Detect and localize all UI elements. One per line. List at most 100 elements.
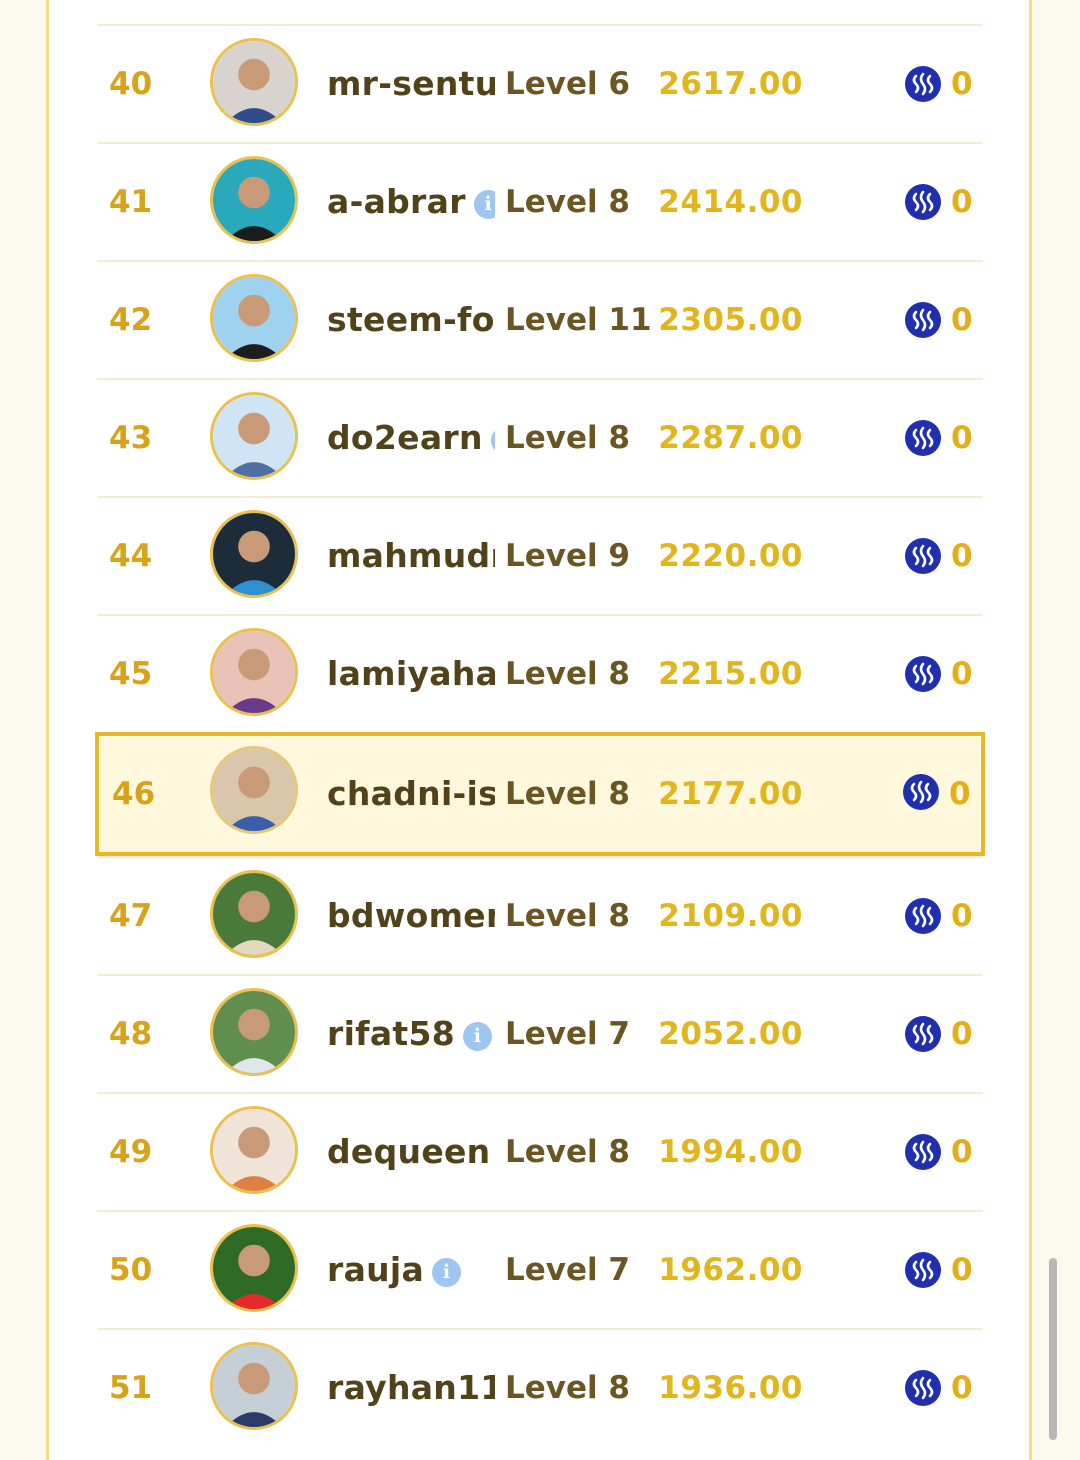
scrollbar[interactable] bbox=[1049, 1258, 1057, 1440]
rank-number: 48 bbox=[109, 1016, 153, 1052]
table-row[interactable]: 42 steem-for Level 11 2305.00 0 bbox=[97, 260, 983, 378]
rank-number: 49 bbox=[109, 1134, 153, 1170]
level-label: Level 11 bbox=[505, 302, 652, 338]
avatar-image bbox=[213, 41, 295, 123]
points-value: 2305.00 bbox=[658, 302, 803, 338]
table-row[interactable]: 45 lamiyahaq Level 8 2215.00 0 bbox=[97, 614, 983, 732]
info-icon[interactable]: i bbox=[463, 1022, 493, 1051]
steem-icon bbox=[905, 302, 941, 338]
avatar[interactable] bbox=[210, 1224, 298, 1312]
username-link[interactable]: mahmudr bbox=[327, 536, 495, 580]
rank-number: 51 bbox=[109, 1370, 153, 1406]
avatar[interactable] bbox=[210, 510, 298, 598]
avatar-image bbox=[213, 873, 295, 955]
reward-value: 0 bbox=[951, 538, 973, 574]
level-label: Level 8 bbox=[505, 898, 630, 934]
steem-icon bbox=[903, 774, 939, 810]
username-link[interactable]: chadni-isl bbox=[327, 774, 495, 818]
steem-icon bbox=[905, 420, 941, 456]
points-value: 1936.00 bbox=[658, 1370, 803, 1406]
rank-number: 42 bbox=[109, 302, 153, 338]
table-row[interactable]: 40 mr-sentui Level 6 2617.00 0 bbox=[97, 24, 983, 142]
level-label: Level 8 bbox=[505, 776, 630, 812]
table-row[interactable]: 51 rayhan111 Level 8 1936.00 0 bbox=[97, 1328, 983, 1446]
username-link[interactable]: lamiyahaq bbox=[327, 654, 495, 698]
avatar[interactable] bbox=[210, 988, 298, 1076]
reward-value: 0 bbox=[951, 302, 973, 338]
info-icon[interactable]: i bbox=[432, 1258, 462, 1287]
info-icon[interactable]: i bbox=[473, 190, 495, 219]
points-value: 2220.00 bbox=[658, 538, 803, 574]
username-link[interactable]: do2earni bbox=[327, 418, 495, 462]
table-row[interactable]: 41 a-abrar i Level 8 2414.00 0 bbox=[97, 142, 983, 260]
username-link[interactable]: bdwomen bbox=[327, 896, 495, 940]
table-row[interactable]: 47 bdwomen Level 8 2109.00 0 bbox=[97, 856, 983, 974]
avatar[interactable] bbox=[210, 628, 298, 716]
avatar[interactable] bbox=[210, 38, 298, 126]
avatar-image bbox=[213, 159, 295, 241]
level-label: Level 8 bbox=[505, 420, 630, 456]
reward-value: 0 bbox=[951, 184, 973, 220]
points-value: 2617.00 bbox=[658, 66, 803, 102]
table-row[interactable]: 49 dequeeni Level 8 1994.00 0 bbox=[97, 1092, 983, 1210]
reward-value: 0 bbox=[951, 656, 973, 692]
points-value: 2177.00 bbox=[658, 776, 803, 812]
avatar-image bbox=[213, 631, 295, 713]
table-row[interactable]: 44 mahmudr Level 9 2220.00 0 bbox=[97, 496, 983, 614]
table-row[interactable]: 50 rauja i Level 7 1962.00 0 bbox=[97, 1210, 983, 1328]
steem-icon bbox=[905, 538, 941, 574]
steem-icon bbox=[905, 1016, 941, 1052]
avatar-image bbox=[213, 1227, 295, 1309]
level-label: Level 7 bbox=[505, 1016, 630, 1052]
points-value: 2287.00 bbox=[658, 420, 803, 456]
avatar[interactable] bbox=[210, 746, 298, 834]
avatar[interactable] bbox=[210, 274, 298, 362]
level-label: Level 8 bbox=[505, 184, 630, 220]
points-value: 2109.00 bbox=[658, 898, 803, 934]
username-link[interactable]: mr-sentui bbox=[327, 64, 495, 108]
username-link[interactable]: rauja i bbox=[327, 1250, 495, 1294]
table-row[interactable]: 48 rifat58 i Level 7 2052.00 0 bbox=[97, 974, 983, 1092]
level-label: Level 9 bbox=[505, 538, 630, 574]
reward-value: 0 bbox=[949, 776, 971, 812]
avatar-image bbox=[213, 513, 295, 595]
rank-number: 46 bbox=[112, 776, 156, 812]
avatar-image bbox=[213, 277, 295, 359]
avatar[interactable] bbox=[210, 1106, 298, 1194]
username-link[interactable]: dequeeni bbox=[327, 1132, 495, 1176]
avatar-image bbox=[213, 749, 295, 831]
reward-value: 0 bbox=[951, 1370, 973, 1406]
rank-number: 47 bbox=[109, 898, 153, 934]
avatar[interactable] bbox=[210, 870, 298, 958]
rank-number: 43 bbox=[109, 420, 153, 456]
rank-number: 45 bbox=[109, 656, 153, 692]
reward-value: 0 bbox=[951, 898, 973, 934]
info-icon[interactable]: i bbox=[490, 426, 495, 455]
avatar[interactable] bbox=[210, 156, 298, 244]
username-link[interactable]: steem-for bbox=[327, 300, 495, 344]
reward-value: 0 bbox=[951, 420, 973, 456]
username-link[interactable]: rifat58 i bbox=[327, 1014, 495, 1058]
reward-value: 0 bbox=[951, 1134, 973, 1170]
avatar-image bbox=[213, 1345, 295, 1427]
username-link[interactable]: rayhan111 bbox=[327, 1368, 495, 1412]
level-label: Level 8 bbox=[505, 656, 630, 692]
steem-icon bbox=[905, 656, 941, 692]
rank-number: 50 bbox=[109, 1252, 153, 1288]
avatar[interactable] bbox=[210, 1342, 298, 1430]
points-value: 1994.00 bbox=[658, 1134, 803, 1170]
steem-icon bbox=[905, 1370, 941, 1406]
table-row-current-user[interactable]: 46 chadni-isl Level 8 2177.00 0 bbox=[95, 732, 985, 856]
steem-icon bbox=[905, 1252, 941, 1288]
reward-value: 0 bbox=[951, 66, 973, 102]
avatar-image bbox=[213, 991, 295, 1073]
avatar[interactable] bbox=[210, 392, 298, 480]
level-label: Level 8 bbox=[505, 1370, 630, 1406]
table-row[interactable]: 43 do2earni Level 8 2287.00 0 bbox=[97, 378, 983, 496]
reward-value: 0 bbox=[951, 1016, 973, 1052]
username-link[interactable]: a-abrar i bbox=[327, 182, 495, 226]
avatar-image bbox=[213, 1109, 295, 1191]
points-value: 2414.00 bbox=[658, 184, 803, 220]
points-value: 2052.00 bbox=[658, 1016, 803, 1052]
rank-number: 40 bbox=[109, 66, 153, 102]
